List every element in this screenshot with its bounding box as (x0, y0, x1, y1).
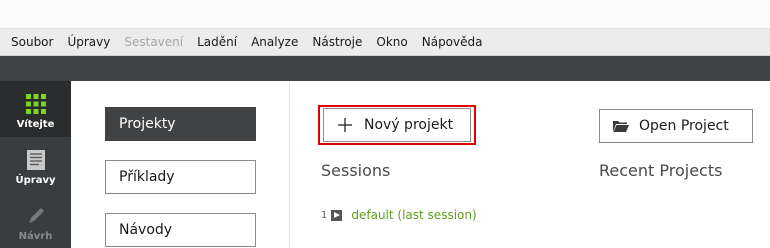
projects-button[interactable]: Projekty (105, 107, 256, 141)
menu-ladeni[interactable]: Ladění (190, 29, 244, 55)
session-item[interactable]: 1 default (last session) (321, 207, 477, 223)
pencil-icon (29, 208, 44, 223)
mode-design[interactable]: Návrh (0, 193, 71, 248)
tutorials-button[interactable]: Návody (105, 213, 256, 247)
recent-projects-title: Recent Projects (599, 161, 723, 180)
session-play-icon (331, 209, 343, 221)
toolbar-strip (0, 56, 770, 81)
menu-napoveda[interactable]: Nápověda (415, 29, 490, 55)
menu-soubor[interactable]: Soubor (4, 29, 60, 55)
session-number: 1 (321, 209, 328, 221)
projects-panel: Nový projekt Open Project Sessions Recen… (291, 81, 770, 248)
menu-sestaveni[interactable]: Sestavení (117, 29, 190, 55)
open-project-button[interactable]: Open Project (599, 109, 753, 143)
menu-upravy[interactable]: Úpravy (60, 29, 117, 55)
mode-selector: Vítejte Úpravy Návrh (0, 81, 71, 248)
mode-welcome[interactable]: Vítejte (0, 81, 71, 137)
folder-open-icon (613, 121, 629, 132)
menu-okno[interactable]: Okno (369, 29, 414, 55)
sessions-title: Sessions (321, 161, 391, 180)
window-titlebar (0, 0, 770, 28)
menu-nastroje[interactable]: Nástroje (305, 29, 369, 55)
mode-label: Vítejte (16, 119, 55, 130)
mode-label: Návrh (18, 231, 53, 242)
mode-edit[interactable]: Úpravy (0, 137, 71, 193)
new-project-button[interactable]: Nový projekt (323, 108, 471, 142)
menu-analyze[interactable]: Analyze (244, 29, 305, 55)
plus-icon (338, 118, 352, 132)
new-project-label: Nový projekt (364, 117, 454, 133)
grid-icon (26, 94, 46, 114)
document-icon (27, 150, 45, 170)
welcome-sidebar: Projekty Příklady Návody (71, 81, 290, 248)
examples-button[interactable]: Příklady (105, 160, 256, 194)
menu-bar: Soubor Úpravy Sestavení Ladění Analyze N… (0, 28, 770, 56)
new-project-highlight: Nový projekt (318, 105, 476, 145)
open-project-label: Open Project (639, 118, 729, 134)
session-link[interactable]: default (last session) (351, 208, 476, 222)
mode-label: Úpravy (15, 175, 56, 186)
